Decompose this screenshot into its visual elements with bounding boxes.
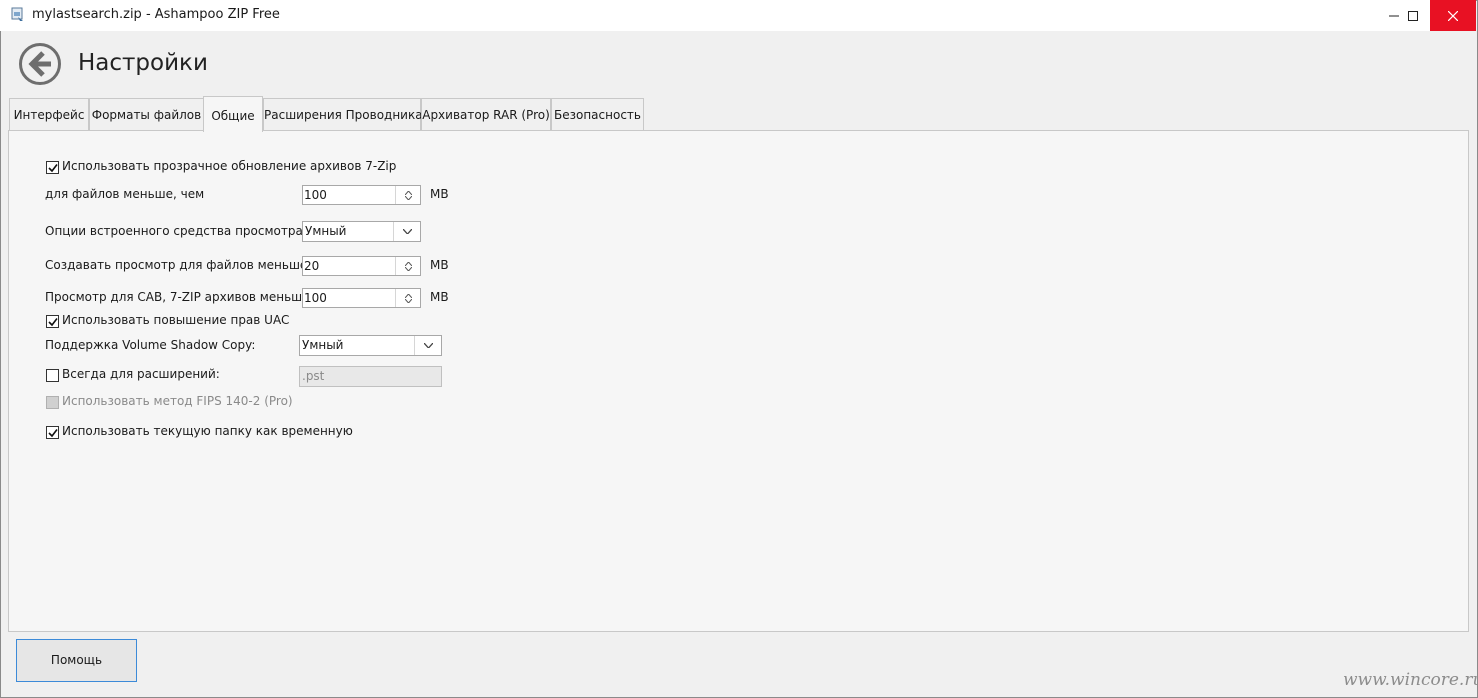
cab-preview-spinbox[interactable]: 100 xyxy=(302,288,421,308)
vss-value: Умный xyxy=(302,338,344,352)
files-smaller-value: 100 xyxy=(304,188,327,202)
temp-folder-checkbox[interactable] xyxy=(46,426,59,439)
tab-explorer-extensions[interactable]: Расширения Проводника xyxy=(263,98,423,130)
files-smaller-unit: MB xyxy=(430,187,449,201)
preview-smaller-label: Создавать просмотр для файлов меньше, че… xyxy=(45,258,339,272)
preview-smaller-value: 20 xyxy=(304,259,320,273)
temp-folder-label: Использовать текущую папку как временную xyxy=(62,424,353,438)
chevron-down-icon xyxy=(402,229,412,234)
close-button[interactable] xyxy=(1430,0,1476,31)
tab-file-formats[interactable]: Форматы файлов xyxy=(89,98,204,130)
close-icon xyxy=(1448,10,1458,21)
help-button[interactable]: Помощь xyxy=(16,639,137,682)
checkmark-icon xyxy=(47,317,58,326)
viewer-options-select[interactable]: Умный xyxy=(302,221,421,242)
transparent-update-checkbox[interactable] xyxy=(46,161,59,174)
chevron-up-icon xyxy=(404,293,412,298)
fips-label: Использовать метод FIPS 140-2 (Pro) xyxy=(62,394,293,408)
tab-security[interactable]: Безопасность xyxy=(551,98,644,130)
uac-checkbox[interactable] xyxy=(46,315,59,328)
page-title: Настройки xyxy=(78,50,208,76)
spin-arrows[interactable] xyxy=(395,257,420,275)
always-ext-checkbox[interactable] xyxy=(46,369,59,382)
viewer-options-label: Опции встроенного средства просмотра xyxy=(45,224,303,238)
chevron-down-icon xyxy=(404,266,412,271)
uac-label: Использовать повышение прав UAC xyxy=(62,313,290,327)
vss-select[interactable]: Умный xyxy=(299,335,442,356)
vss-label: Поддержка Volume Shadow Copy: xyxy=(45,338,256,352)
app-icon xyxy=(10,7,26,23)
tab-rar-archiver[interactable]: Архиватор RAR (Pro) xyxy=(421,98,551,130)
always-ext-label: Всегда для расширений: xyxy=(62,367,220,381)
tab-interface[interactable]: Интерфейс xyxy=(9,98,89,130)
chevron-down-icon xyxy=(423,343,433,348)
cab-preview-value: 100 xyxy=(304,291,327,305)
extensions-input[interactable]: .pst xyxy=(299,366,442,387)
maximize-button[interactable] xyxy=(1398,0,1428,31)
checkmark-icon xyxy=(47,163,58,172)
chevron-down-icon xyxy=(404,195,412,200)
preview-smaller-unit: MB xyxy=(430,258,449,272)
window-title: mylastsearch.zip - Ashampoo ZIP Free xyxy=(32,7,280,22)
watermark: www.wincore.ru xyxy=(1343,670,1478,690)
cab-preview-unit: MB xyxy=(430,290,449,304)
chevron-up-icon xyxy=(404,261,412,266)
chevron-down-icon xyxy=(404,298,412,303)
fips-checkbox xyxy=(46,396,59,409)
back-button[interactable] xyxy=(18,42,62,86)
chevron-up-icon xyxy=(404,190,412,195)
back-arrow-icon xyxy=(19,43,61,85)
transparent-update-label: Использовать прозрачное обновление архив… xyxy=(62,159,397,173)
cab-preview-label: Просмотр для CAB, 7-ZIP архивов меньше, … xyxy=(45,290,341,304)
tab-general[interactable]: Общие xyxy=(203,96,263,132)
spin-arrows[interactable] xyxy=(395,289,420,307)
spin-arrows[interactable] xyxy=(395,186,420,204)
settings-panel xyxy=(8,130,1469,632)
viewer-options-value: Умный xyxy=(305,224,347,238)
files-smaller-spinbox[interactable]: 100 xyxy=(302,185,421,205)
files-smaller-label: для файлов меньше, чем xyxy=(45,187,205,201)
checkmark-icon xyxy=(47,428,58,437)
preview-smaller-spinbox[interactable]: 20 xyxy=(302,256,421,276)
maximize-icon xyxy=(1408,10,1418,21)
